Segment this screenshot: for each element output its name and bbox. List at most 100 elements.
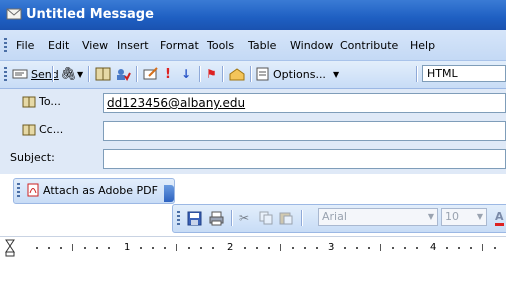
ruler-mark xyxy=(140,247,142,249)
flag-icon: ⚑ xyxy=(206,67,217,81)
message-header: To... dd123456@albany.edu Cc... Subject: xyxy=(0,89,506,174)
pdf-toolbar-options[interactable] xyxy=(164,185,174,202)
toolbar-separator xyxy=(222,66,224,82)
cc-button[interactable]: Cc... xyxy=(22,123,63,136)
low-importance-button[interactable]: ↓ xyxy=(181,65,191,83)
signature-button[interactable] xyxy=(143,65,159,83)
paperclip-icon: 🖇 xyxy=(60,66,77,82)
to-button[interactable]: To... xyxy=(22,95,61,108)
address-book-button[interactable] xyxy=(95,65,111,83)
permission-icon xyxy=(229,68,245,81)
menu-table[interactable]: Table xyxy=(248,39,276,52)
toolbar-separator xyxy=(52,66,54,82)
subject-row: Subject: xyxy=(0,147,506,169)
floppy-disk-icon xyxy=(187,211,202,225)
check-names-button[interactable] xyxy=(115,65,131,83)
address-book-icon xyxy=(22,124,36,135)
chevron-down-icon: ▼ xyxy=(77,69,84,79)
menu-edit[interactable]: Edit xyxy=(48,39,69,52)
ruler-mark xyxy=(256,247,258,249)
exclamation-icon: ! xyxy=(165,66,171,82)
ruler-number: 3 xyxy=(328,242,335,253)
menu-bar: File Edit View Insert Format Tools Table… xyxy=(0,30,506,61)
cut-button[interactable]: ✂ xyxy=(239,209,249,227)
address-book-icon xyxy=(22,96,36,107)
toolbar-separator xyxy=(301,210,303,226)
toolbar-grip[interactable] xyxy=(17,183,20,197)
attach-file-button[interactable]: 🖇 xyxy=(60,65,77,83)
ruler-mark xyxy=(108,247,110,249)
chevron-down-icon: ▼ xyxy=(427,212,434,221)
paste-button[interactable] xyxy=(279,209,293,227)
permission-button[interactable] xyxy=(229,65,245,83)
copy-icon xyxy=(259,211,273,225)
ruler-mark xyxy=(356,247,358,249)
title-bar: Untitled Message xyxy=(0,0,506,30)
ruler-mark xyxy=(48,247,50,249)
follow-up-button[interactable]: ⚑ xyxy=(206,65,217,83)
cc-label: Cc... xyxy=(39,123,64,136)
toolbar-grip[interactable] xyxy=(4,67,7,81)
copy-button[interactable] xyxy=(259,209,273,227)
menu-help[interactable]: Help xyxy=(410,39,435,52)
ruler-mark xyxy=(304,247,306,249)
toolbar-separator xyxy=(136,66,138,82)
ruler-mark xyxy=(458,247,460,249)
font-size-select[interactable]: 10 ▼ xyxy=(441,208,487,226)
save-button[interactable] xyxy=(187,209,202,227)
ruler: 1 2 3 4 xyxy=(0,236,506,259)
attach-dropdown[interactable]: ▼ xyxy=(77,65,83,83)
pdf-icon xyxy=(27,183,39,197)
check-names-icon xyxy=(117,69,131,81)
ruler-mark xyxy=(470,247,472,249)
arrow-down-icon: ↓ xyxy=(181,67,192,81)
menu-contribute[interactable]: Contribute xyxy=(340,39,398,52)
ruler-mark xyxy=(446,247,448,249)
message-format-select[interactable]: HTML xyxy=(422,65,506,82)
toolbar-grip[interactable] xyxy=(4,38,7,52)
font-color-icon: A xyxy=(495,210,504,226)
ruler-mark xyxy=(292,247,294,249)
ruler-mark xyxy=(36,247,38,249)
options-button[interactable]: Options... ▼ xyxy=(256,65,339,83)
to-row: To... dd123456@albany.edu xyxy=(0,91,506,113)
menu-tools[interactable]: Tools xyxy=(207,39,234,52)
ruler-number: 2 xyxy=(227,242,234,253)
envelope-icon xyxy=(6,8,22,20)
send-label: Send xyxy=(31,67,59,81)
toolbar-grip[interactable] xyxy=(177,211,180,225)
ruler-mark xyxy=(84,247,86,249)
ruler-mark xyxy=(280,244,281,251)
ruler-mark xyxy=(152,247,154,249)
font-color-button[interactable]: A xyxy=(495,209,504,227)
message-body[interactable] xyxy=(0,259,506,301)
to-label: To... xyxy=(39,95,61,108)
ruler-mark xyxy=(164,247,166,249)
cc-field[interactable] xyxy=(103,121,506,141)
ruler-mark xyxy=(368,247,370,249)
ruler-mark xyxy=(316,247,318,249)
ruler-mark xyxy=(416,247,418,249)
font-size-value: 10 xyxy=(445,210,459,223)
indent-marker-icon[interactable] xyxy=(5,239,15,257)
ruler-mark xyxy=(212,247,214,249)
ruler-mark xyxy=(392,247,394,249)
print-button[interactable] xyxy=(209,209,224,227)
send-icon xyxy=(12,69,28,79)
menu-view[interactable]: View xyxy=(82,39,108,52)
window-title: Untitled Message xyxy=(26,7,154,22)
to-field[interactable]: dd123456@albany.edu xyxy=(103,93,506,113)
scissors-icon: ✂ xyxy=(239,211,250,225)
menu-file[interactable]: File xyxy=(16,39,34,52)
font-name-select[interactable]: Arial ▼ xyxy=(318,208,438,226)
toolbar-separator xyxy=(199,66,201,82)
ruler-mark xyxy=(380,244,381,251)
subject-field[interactable] xyxy=(103,149,506,169)
attach-as-pdf-button[interactable]: Attach as Adobe PDF xyxy=(26,181,158,199)
high-importance-button[interactable]: ! xyxy=(165,65,171,83)
menu-window[interactable]: Window xyxy=(290,39,333,52)
menu-format[interactable]: Format xyxy=(160,39,199,52)
toolbar-separator xyxy=(416,66,418,82)
menu-insert[interactable]: Insert xyxy=(117,39,149,52)
subject-label: Subject: xyxy=(10,151,55,164)
